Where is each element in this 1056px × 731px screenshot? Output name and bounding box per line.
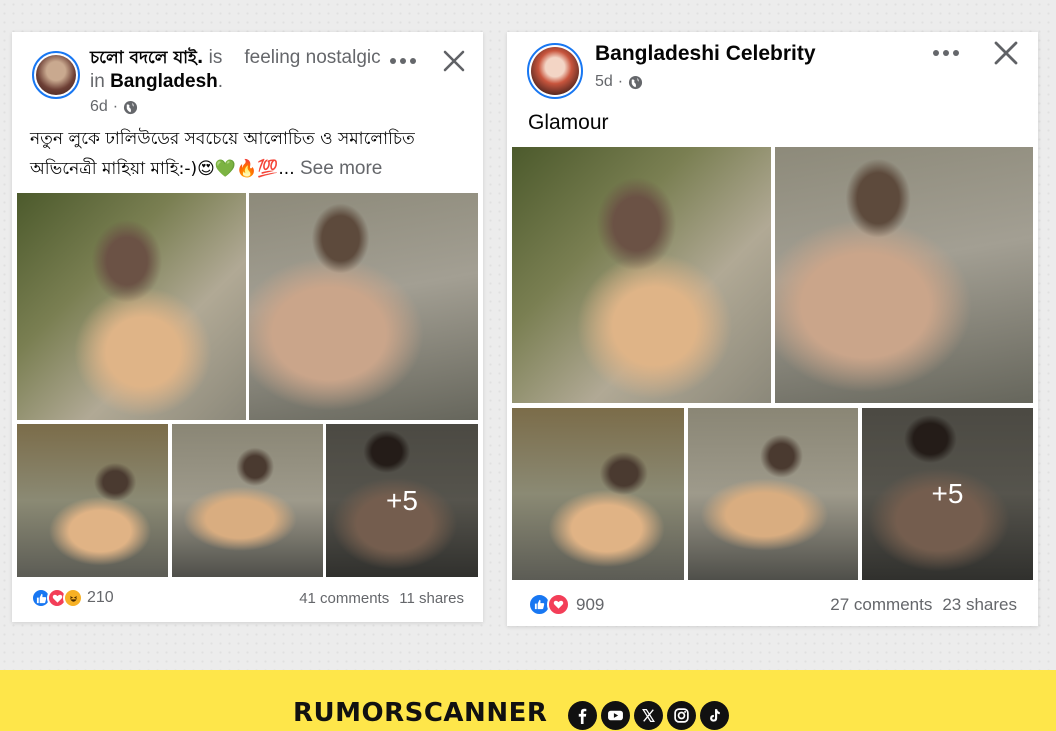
youtube-icon[interactable] (601, 701, 630, 730)
instagram-icon[interactable] (667, 701, 696, 730)
haha-reaction-icon (63, 588, 83, 608)
location-link[interactable]: Bangladesh (110, 71, 218, 92)
shares-count[interactable]: 11 shares (399, 590, 464, 607)
post-time[interactable]: 5d (595, 73, 613, 91)
reactions-summary[interactable]: 210 (31, 588, 114, 608)
is-text: is (208, 47, 223, 68)
more-options-icon[interactable] (390, 58, 416, 64)
x-icon[interactable] (634, 701, 663, 730)
brand-logo: RUMORSCANNER (293, 698, 548, 728)
post-caption: Glamour (528, 111, 609, 134)
love-reaction-icon (547, 593, 570, 616)
post-photo[interactable] (775, 147, 1033, 403)
post-photo[interactable] (17, 193, 246, 420)
globe-icon (629, 75, 643, 89)
post-time[interactable]: 6d (90, 98, 108, 116)
post-photo[interactable] (172, 424, 323, 577)
brand-banner: RUMORSCANNER (0, 670, 1056, 731)
reactions-summary[interactable]: 909 (528, 593, 604, 616)
post-photo[interactable] (688, 408, 858, 580)
reaction-count: 909 (576, 594, 605, 614)
social-links (568, 701, 729, 730)
post-photo-more[interactable]: +5 (862, 408, 1033, 580)
tiktok-icon[interactable] (700, 701, 729, 730)
more-photos-count: +5 (862, 408, 1033, 580)
post-photo[interactable] (512, 408, 684, 580)
meta-separator: · (112, 98, 119, 115)
engagement-stats: 41 comments 11 shares (299, 590, 464, 607)
author-avatar[interactable] (32, 51, 80, 99)
post-caption: নতুন লুকে ঢালিউডের সবচেয়ে আলোচিত ও সমাল… (30, 125, 470, 184)
post-headline: চলো বদলে যাই. is feeling nostalgic in Ban… (90, 46, 390, 94)
globe-icon (124, 100, 138, 114)
meta-separator: · (617, 73, 624, 90)
author-name[interactable]: Bangladeshi Celebrity (595, 42, 816, 66)
see-more-link[interactable]: See more (300, 158, 382, 179)
engagement-stats: 27 comments 23 shares (830, 595, 1017, 615)
location-suffix: . (217, 71, 224, 92)
post-photo[interactable] (249, 193, 478, 420)
comments-count[interactable]: 41 comments (299, 590, 389, 607)
post-photo[interactable] (512, 147, 771, 403)
reaction-count: 210 (87, 589, 114, 606)
post-card: চলো বদলে যাই. is feeling nostalgic in Ban… (12, 32, 483, 622)
comments-count[interactable]: 27 comments (830, 595, 932, 615)
post-meta: 5d · (595, 73, 643, 91)
close-icon[interactable] (994, 41, 1018, 65)
post-photo[interactable] (17, 424, 168, 577)
author-name[interactable]: চলো বদলে যাই. (90, 48, 203, 68)
post-photo-more[interactable]: +5 (326, 424, 478, 577)
more-photos-count: +5 (326, 424, 478, 577)
facebook-icon[interactable] (568, 701, 597, 730)
shares-count[interactable]: 23 shares (942, 595, 1017, 615)
more-options-icon[interactable] (933, 50, 959, 56)
post-card: Bangladeshi Celebrity 5d · Glamour +5 90… (507, 32, 1038, 626)
close-icon[interactable] (443, 50, 465, 72)
author-avatar[interactable] (527, 43, 583, 99)
post-meta: 6d · (90, 98, 138, 116)
